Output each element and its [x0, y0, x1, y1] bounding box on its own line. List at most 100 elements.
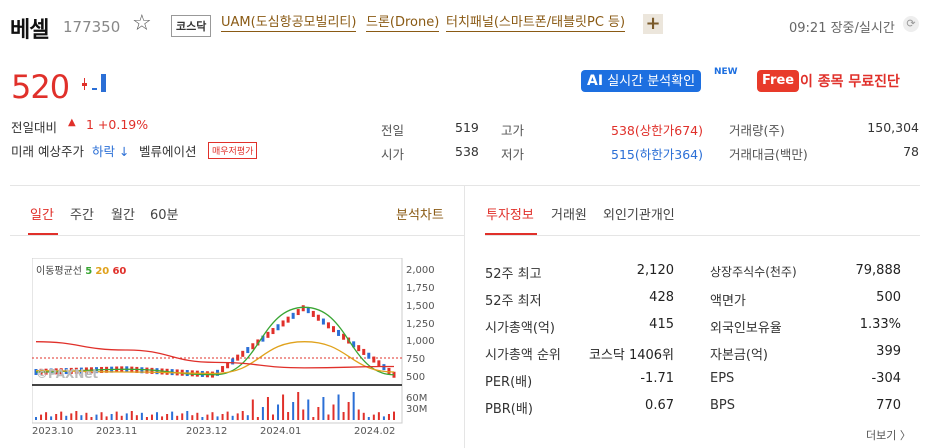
volume-bar — [181, 413, 184, 420]
volume-bar — [140, 412, 143, 420]
candle — [221, 366, 225, 373]
open-label: 시가 — [381, 147, 405, 162]
amount-label: 거래대금(백만) — [729, 147, 808, 162]
invest-value: 399 — [876, 344, 901, 359]
volume-bar — [50, 416, 53, 420]
open-value: 538 — [455, 144, 479, 159]
volume-bar — [297, 392, 300, 420]
market-badge: 코스닥 — [171, 15, 212, 37]
theme-tag-uam[interactable]: UAM(도심항공모빌리티) — [221, 15, 357, 32]
date-tick: 2023.10 — [32, 426, 74, 437]
free-diagnosis-link[interactable]: 이 종목 무료진단 — [800, 71, 900, 91]
tab-daily[interactable]: 일간 — [30, 204, 54, 223]
volume-bar — [45, 412, 48, 420]
volume-bar — [201, 417, 204, 420]
volume-bar — [387, 414, 390, 420]
candle — [316, 314, 320, 321]
volume-bar — [176, 415, 179, 420]
tab-weekly[interactable]: 주간 — [70, 204, 94, 223]
price-chart[interactable] — [32, 258, 442, 438]
refresh-icon[interactable]: ⟳ — [903, 16, 919, 32]
tab-investors[interactable]: 외인기관개인 — [603, 204, 675, 223]
candle — [362, 348, 366, 355]
market-time: 09:21 장중/실시간 — [789, 21, 895, 36]
prev-close-label: 전일 — [381, 123, 405, 138]
high-value: 538(상한가674) — [611, 123, 703, 138]
volume-bar — [226, 411, 229, 420]
divider — [464, 186, 465, 448]
volume-bar — [372, 414, 375, 420]
volume-bar — [80, 415, 83, 420]
volume-bar — [302, 409, 305, 420]
invest-label: 자본금(억) — [710, 348, 768, 363]
volume-bar — [231, 415, 234, 420]
candle — [281, 320, 285, 327]
volume-bar — [256, 417, 259, 420]
theme-tag-drone[interactable]: 드론(Drone) — [366, 15, 440, 32]
invest-value: 0.67 — [645, 398, 674, 413]
volume-bar — [251, 399, 254, 420]
volume-bar — [166, 414, 169, 420]
invest-label: 52주 최저 — [485, 294, 542, 309]
volume-bar — [135, 415, 138, 420]
price-tick: 1,750 — [406, 283, 435, 294]
volume-bar — [327, 414, 330, 420]
volume-bar — [186, 411, 189, 420]
tab-invest-info[interactable]: 투자정보 — [486, 204, 534, 223]
invest-label: PBR(배) — [485, 402, 533, 417]
tab-brokers[interactable]: 거래원 — [551, 204, 587, 223]
price-tick: 1,500 — [406, 301, 435, 312]
tab-monthly[interactable]: 월간 — [111, 204, 135, 223]
forecast-value[interactable]: 하락 ↓ — [92, 141, 129, 160]
invest-value: -304 — [871, 371, 901, 386]
volume-bar — [161, 416, 164, 420]
divider — [485, 235, 920, 236]
add-theme-button[interactable]: + — [643, 14, 663, 34]
volume-bar — [221, 414, 224, 420]
invest-value: -1.71 — [640, 371, 674, 386]
candle — [331, 326, 335, 333]
invest-value: 415 — [649, 317, 674, 332]
volume-tick: 60M — [406, 393, 428, 404]
volume-bar — [246, 415, 249, 420]
ai-analysis-button[interactable]: AI 실시간 분석확인 — [581, 70, 702, 92]
volume-bar — [125, 413, 128, 420]
current-price: 520 — [11, 68, 70, 106]
volume-bar — [115, 411, 118, 420]
analysis-chart-link[interactable]: 분석차트 — [396, 204, 444, 223]
volume-bar — [216, 416, 219, 420]
free-badge[interactable]: Free — [757, 70, 800, 92]
price-tick: 750 — [406, 354, 426, 365]
volume-bar — [377, 412, 380, 420]
volume-bar — [317, 407, 320, 420]
tab-60min[interactable]: 60분 — [150, 204, 179, 223]
forecast-label: 미래 예상주가 — [11, 144, 84, 159]
volume-bar — [261, 407, 264, 420]
candle — [241, 350, 245, 357]
invest-value: 770 — [876, 398, 901, 413]
volume-bar — [241, 411, 244, 420]
candle — [236, 354, 240, 361]
volume-bar — [65, 415, 68, 420]
volume-bar — [100, 412, 103, 420]
volume-bar — [287, 412, 290, 420]
theme-tag-touchpanel[interactable]: 터치패널(스마트폰/태블릿PC 등) — [446, 15, 626, 32]
volume-bar — [110, 414, 113, 420]
volume-bar — [292, 402, 295, 420]
high-label: 고가 — [501, 123, 525, 138]
invest-value: 79,888 — [855, 263, 902, 278]
invest-value: 500 — [876, 290, 901, 305]
invest-value: 428 — [649, 290, 674, 305]
volume-bar — [90, 417, 93, 420]
candle — [311, 310, 315, 317]
favorite-star-icon[interactable]: ☆ — [132, 11, 152, 36]
divider — [10, 185, 920, 186]
more-link[interactable]: 더보기 〉 — [866, 427, 911, 443]
new-badge: NEW — [714, 67, 738, 77]
valuation-badge[interactable]: 매우저평가 — [208, 142, 258, 159]
volume-bar — [70, 413, 73, 420]
invest-value: 1.33% — [859, 317, 901, 332]
invest-label: PER(배) — [485, 375, 533, 390]
low-label: 저가 — [501, 147, 525, 162]
volume-bar — [277, 404, 280, 420]
